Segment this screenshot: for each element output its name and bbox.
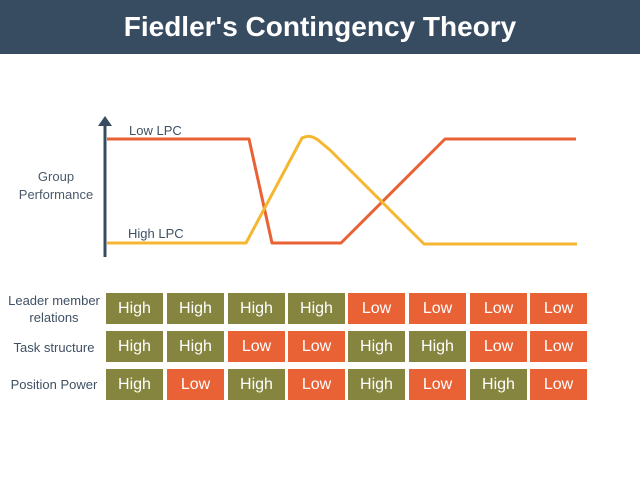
page-title: Fiedler's Contingency Theory: [123, 11, 517, 42]
high-lpc-label: High LPC: [128, 226, 184, 241]
low-lpc-label: Low LPC: [129, 123, 182, 138]
cell-low: Low: [530, 369, 587, 400]
row-label: Task structure: [13, 340, 95, 355]
cell-low: Low: [228, 331, 285, 362]
cell-high: High: [106, 331, 163, 362]
cell-high: High: [288, 293, 345, 324]
cell-high: High: [167, 293, 224, 324]
cell-high: High: [228, 369, 285, 400]
cell-low: Low: [470, 293, 527, 324]
cell-high: High: [106, 293, 163, 324]
row-label: Position Power: [10, 377, 98, 392]
cell-low: Low: [348, 293, 405, 324]
cell-low: Low: [409, 293, 466, 324]
cell-high: High: [167, 331, 224, 362]
cell-high: High: [228, 293, 285, 324]
y-axis-label: Group Performance: [8, 168, 104, 204]
cell-low: Low: [470, 331, 527, 362]
cell-high: High: [106, 369, 163, 400]
cell-low: Low: [409, 369, 466, 400]
cell-low: Low: [288, 369, 345, 400]
performance-chart: Low LPC High LPC: [98, 116, 577, 257]
cell-high: High: [348, 369, 405, 400]
cell-high: High: [409, 331, 466, 362]
cell-low: Low: [288, 331, 345, 362]
y-axis-arrow-icon: [98, 116, 112, 126]
cell-high: High: [348, 331, 405, 362]
cell-low: Low: [167, 369, 224, 400]
cell-low: Low: [530, 293, 587, 324]
cell-low: Low: [530, 331, 587, 362]
title-banner: Fiedler's Contingency Theory: [0, 0, 640, 54]
row-label: Leader member relations: [8, 293, 100, 325]
y-axis-label-text: Group Performance: [18, 169, 94, 202]
cell-high: High: [470, 369, 527, 400]
